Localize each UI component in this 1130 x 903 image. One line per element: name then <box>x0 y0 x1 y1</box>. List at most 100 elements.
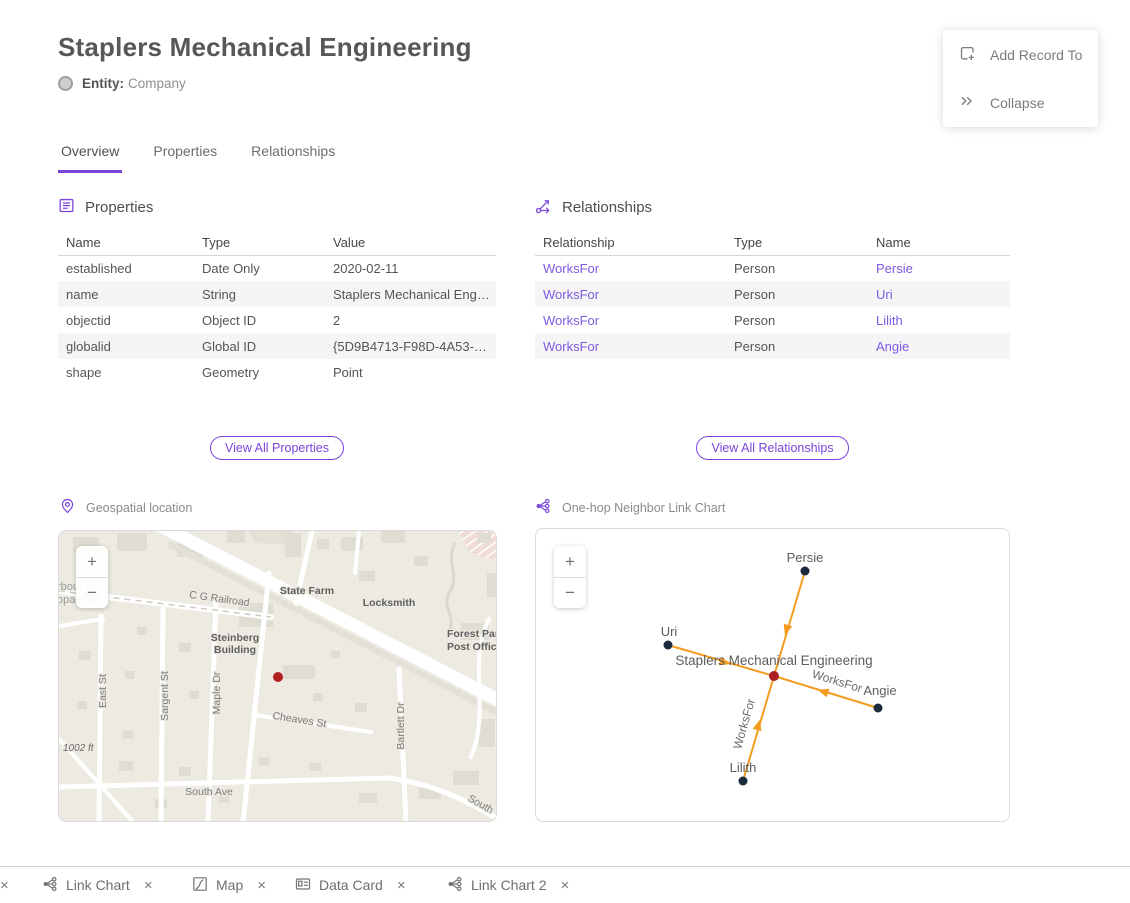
column-header: Type <box>194 230 325 255</box>
table-row: objectid Object ID 2 <box>58 307 496 333</box>
node-lilith[interactable] <box>739 777 748 786</box>
view-tab-link-chart-2[interactable]: Link Chart 2 × <box>447 867 569 903</box>
tab-overview[interactable]: Overview <box>58 143 122 173</box>
map-scale-label: 1002 ft <box>63 743 95 754</box>
table-row: WorksFor Person Persie <box>535 255 1010 281</box>
table-row: globalid Global ID {5D9B4713-F98D-4A53-… <box>58 333 496 359</box>
properties-section-header: Properties <box>58 197 153 218</box>
link-chart-canvas[interactable]: WorksFor WorksFor Persie Uri Angie Lilit… <box>535 528 1010 822</box>
center-node-label[interactable]: Staplers Mechanical Engineering <box>675 653 872 668</box>
column-header: Value <box>325 230 496 255</box>
view-tab-map[interactable]: Map × <box>192 867 266 903</box>
relationship-link[interactable]: WorksFor <box>535 281 726 307</box>
node-angie[interactable] <box>874 704 883 713</box>
view-tab-label: Data Card <box>319 877 383 893</box>
property-value: Point <box>325 359 496 385</box>
entity-color-dot <box>58 76 73 91</box>
map-label-south-ave: South Ave <box>185 786 233 798</box>
property-value: {5D9B4713-F98D-4A53-… <box>325 333 496 359</box>
column-header: Relationship <box>535 230 726 255</box>
chart-zoom-out-button[interactable]: − <box>554 577 586 608</box>
related-entity-link[interactable]: Angie <box>868 333 1010 359</box>
entity-label: Entity: <box>82 76 124 91</box>
map-zoom-out-button[interactable]: − <box>76 577 108 608</box>
tab-strip: Overview Properties Relationships <box>58 143 338 173</box>
table-row: WorksFor Person Angie <box>535 333 1010 359</box>
relationships-table-header-row: Relationship Type Name <box>535 230 1010 255</box>
page-title: Staplers Mechanical Engineering <box>58 32 472 63</box>
close-icon[interactable]: × <box>560 877 569 894</box>
property-type: Geometry <box>194 359 325 385</box>
tab-properties[interactable]: Properties <box>150 143 220 173</box>
property-name: objectid <box>58 307 194 333</box>
menu-item-label: Add Record To <box>990 47 1082 63</box>
properties-section-title: Properties <box>85 199 153 216</box>
map-label-bartlett-dr: Bartlett Dr <box>395 702 407 750</box>
property-name: established <box>58 255 194 281</box>
chart-zoom-in-button[interactable]: + <box>554 546 586 577</box>
view-tab-label: Link Chart <box>66 877 130 893</box>
entity-type: Company <box>128 76 186 91</box>
node-label[interactable]: Persie <box>787 550 824 565</box>
relationship-link[interactable]: WorksFor <box>535 255 726 281</box>
map-label-post-office: Post Offic <box>447 641 497 653</box>
node-persie[interactable] <box>801 567 810 576</box>
map-label-state-farm: State Farm <box>280 585 334 597</box>
view-tab-label: Link Chart 2 <box>471 877 546 893</box>
tab-relationships[interactable]: Relationships <box>248 143 338 173</box>
link-chart-icon <box>447 876 463 895</box>
add-record-icon <box>958 44 976 65</box>
view-all-relationships-wrap: View All Relationships <box>535 436 1010 460</box>
basemap: rbour opaedics C G Railroad State Farm L… <box>59 531 497 822</box>
table-row: name String Staplers Mechanical Eng… <box>58 281 496 307</box>
relationship-type: Person <box>726 255 868 281</box>
relationships-icon <box>535 197 552 218</box>
column-header: Type <box>726 230 868 255</box>
node-uri[interactable] <box>664 641 673 650</box>
close-icon[interactable]: × <box>397 877 406 894</box>
edge-label-worksfor: WorksFor <box>810 667 864 696</box>
context-menu: Add Record To Collapse <box>943 30 1098 127</box>
clipped-tab-close-icon[interactable]: × <box>0 867 9 903</box>
view-all-properties-button[interactable]: View All Properties <box>210 436 344 460</box>
close-icon[interactable]: × <box>257 877 266 894</box>
menu-item-add-record-to[interactable]: Add Record To <box>958 44 1083 65</box>
map-label-maple-dr: Maple Dr <box>211 671 223 714</box>
double-chevron-right-icon <box>958 92 976 113</box>
map-zoom-in-button[interactable]: + <box>76 546 108 577</box>
view-tab-bar: × Link Chart × Map × <box>0 866 1130 903</box>
view-all-properties-wrap: View All Properties <box>58 436 496 460</box>
arrowhead <box>816 685 829 697</box>
property-value: 2 <box>325 307 496 333</box>
related-entity-link[interactable]: Persie <box>868 255 1010 281</box>
chart-zoom-control: + − <box>554 546 586 608</box>
node-label[interactable]: Uri <box>661 624 678 639</box>
relationships-section-header: Relationships <box>535 197 652 218</box>
link-chart-icon <box>42 876 58 895</box>
geospatial-section-title: Geospatial location <box>86 501 192 515</box>
relationship-link[interactable]: WorksFor <box>535 333 726 359</box>
menu-item-collapse[interactable]: Collapse <box>958 92 1083 113</box>
map-entity-marker[interactable] <box>273 672 283 682</box>
link-chart-icon <box>535 498 551 517</box>
column-header: Name <box>868 230 1010 255</box>
relationship-link[interactable]: WorksFor <box>535 307 726 333</box>
related-entity-link[interactable]: Lilith <box>868 307 1010 333</box>
node-label[interactable]: Angie <box>863 683 896 698</box>
entity-row: Entity: Company <box>58 76 186 91</box>
related-entity-link[interactable]: Uri <box>868 281 1010 307</box>
relationships-table: Relationship Type Name WorksFor Person P… <box>535 230 1010 359</box>
view-tab-link-chart[interactable]: Link Chart × <box>42 867 153 903</box>
node-center-staplers[interactable] <box>769 671 779 681</box>
geospatial-section-header: Geospatial location <box>60 498 192 517</box>
node-label[interactable]: Lilith <box>730 760 757 775</box>
map-label-post-office: Forest Par <box>447 628 497 640</box>
close-icon[interactable]: × <box>144 877 153 894</box>
map-canvas[interactable]: rbour opaedics C G Railroad State Farm L… <box>58 530 497 822</box>
link-chart-section-title: One-hop Neighbor Link Chart <box>562 501 725 515</box>
relationship-type: Person <box>726 307 868 333</box>
view-tab-data-card[interactable]: Data Card × <box>295 867 406 903</box>
map-label-steinberg: Building <box>214 644 256 656</box>
property-value: 2020-02-11 <box>325 255 496 281</box>
view-all-relationships-button[interactable]: View All Relationships <box>696 436 848 460</box>
